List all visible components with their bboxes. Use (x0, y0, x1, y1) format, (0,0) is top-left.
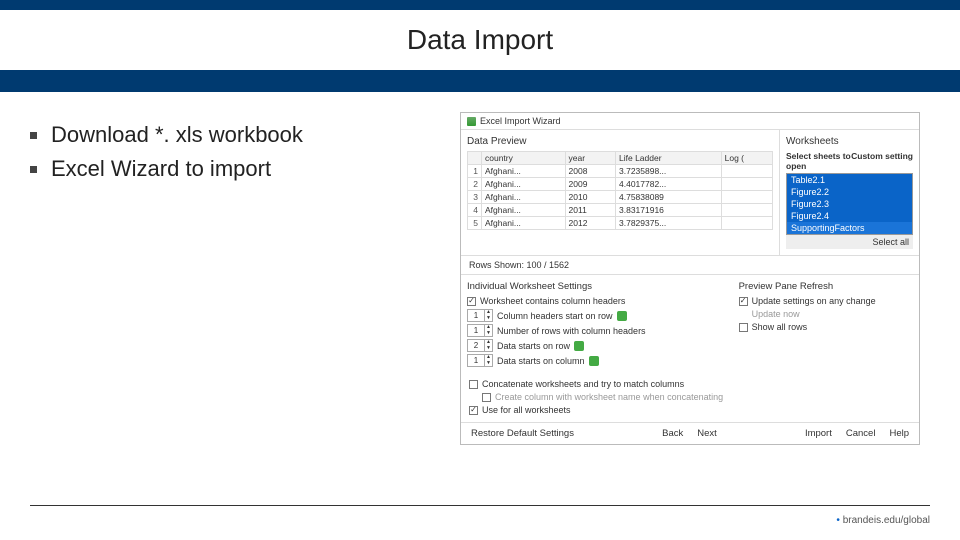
worksheet-item[interactable]: Figure2.4 (787, 210, 912, 222)
bullet-text: Download *. xls workbook (51, 122, 303, 148)
worksheet-list[interactable]: Table2.1 Figure2.2 Figure2.3 Figure2.4 S… (786, 173, 913, 235)
next-button[interactable]: Next (693, 427, 721, 440)
table-row: 4Afghani...20113.83171916 (468, 204, 773, 217)
top-accent-bar (0, 0, 960, 10)
checkbox-headers-label: Worksheet contains column headers (480, 296, 625, 306)
table-row: 1Afghani...20083.7235898... (468, 165, 773, 178)
import-button[interactable]: Import (801, 427, 836, 440)
table-row: 2Afghani...20094.4017782... (468, 178, 773, 191)
col-life-ladder: Life Ladder (616, 152, 722, 165)
excel-import-wizard: Excel Import Wizard Data Preview country… (460, 112, 920, 445)
update-now-link[interactable]: Update now (752, 309, 913, 319)
rows-shown-label: Rows Shown: 100 / 1562 (461, 255, 919, 275)
data-preview-label: Data Preview (467, 136, 773, 147)
bullet-list: Download *. xls workbook Excel Wizard to… (30, 112, 460, 445)
accent-band (0, 70, 960, 92)
checkbox-headers[interactable]: ✓ (467, 297, 476, 306)
spin-data-col[interactable]: 1▲▼ (467, 354, 493, 367)
title-bar: Data Import (0, 10, 960, 70)
col-log: Log ( (721, 152, 772, 165)
footer-divider (30, 505, 930, 506)
spin-header-count[interactable]: 1▲▼ (467, 324, 493, 337)
worksheets-header: Select sheets to open Custom setting (786, 151, 913, 171)
footer-text: • brandeis.edu/global (836, 515, 930, 526)
preview-table: country year Life Ladder Log ( 1Afghani.… (467, 151, 773, 230)
iws-title: Individual Worksheet Settings (467, 281, 729, 292)
checkbox-create-col[interactable] (482, 393, 491, 402)
ppr-title: Preview Pane Refresh (739, 281, 913, 292)
back-button[interactable]: Back (658, 427, 687, 440)
apply-icon[interactable] (574, 341, 584, 351)
cancel-button[interactable]: Cancel (842, 427, 880, 440)
restore-button[interactable]: Restore Default Settings (467, 427, 578, 440)
apply-icon[interactable] (589, 356, 599, 366)
worksheets-label: Worksheets (786, 136, 913, 147)
worksheet-item[interactable]: SupportingFactors (787, 222, 912, 234)
col-blank (468, 152, 482, 165)
col-year: year (565, 152, 615, 165)
spin-header-row[interactable]: 1▲▼ (467, 309, 493, 322)
header-row: country year Life Ladder Log ( (468, 152, 773, 165)
bullet-icon (30, 166, 37, 173)
spin-data-row[interactable]: 2▲▼ (467, 339, 493, 352)
worksheet-item[interactable]: Figure2.3 (787, 198, 912, 210)
help-button[interactable]: Help (885, 427, 913, 440)
app-icon (467, 117, 476, 126)
worksheet-item[interactable]: Figure2.2 (787, 186, 912, 198)
wizard-title-text: Excel Import Wizard (480, 116, 561, 126)
bullet-icon (30, 132, 37, 139)
wizard-titlebar: Excel Import Wizard (461, 113, 919, 130)
col-country: country (482, 152, 566, 165)
checkbox-concat[interactable] (469, 380, 478, 389)
select-all-link[interactable]: Select all (786, 235, 913, 249)
apply-icon[interactable] (617, 311, 627, 321)
bullet-text: Excel Wizard to import (51, 156, 271, 182)
checkbox-showall[interactable] (739, 323, 748, 332)
table-row: 3Afghani...20104.75838089 (468, 191, 773, 204)
checkbox-autoupdate[interactable]: ✓ (739, 297, 748, 306)
checkbox-use-all[interactable]: ✓ (469, 406, 478, 415)
table-row: 5Afghani...20123.7829375... (468, 217, 773, 230)
slide-title: Data Import (407, 24, 553, 56)
worksheet-item[interactable]: Table2.1 (787, 174, 912, 186)
